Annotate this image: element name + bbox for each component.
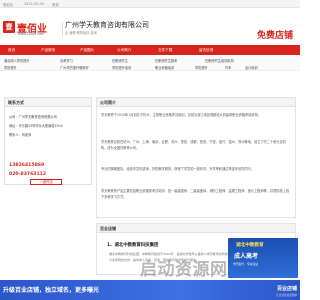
contact-tel[interactable]: 020-83763112 <box>9 172 46 177</box>
intro-paragraph: 专业的课程团队，经验丰富的讲师，好的教学服务，获得了学员的一致好评，升学率和通过… <box>101 167 254 171</box>
logo-url: www.100ye.com <box>18 32 45 36</box>
contact-panel: 联系方式 公司：广州学天教育咨询有限公司 地址：华乐路53号华乐大厦南塔1504… <box>4 97 92 185</box>
company-intro-panel: 公司简介 学天教育于2015年1月创办于杭州，主营职业资格考试培训，目前为浙江地… <box>96 97 296 218</box>
subnav-link[interactable]: 在职研究生报考 <box>155 58 177 63</box>
subnav-link[interactable]: 升本 <box>225 65 231 70</box>
company-name: 广州学天教育咨询有限公司 <box>65 21 149 29</box>
nav-item-feedback[interactable]: 留言反馈 <box>199 45 213 55</box>
subnav-link[interactable]: 会计培训 <box>245 65 258 70</box>
free-store-link[interactable]: 免费店铺 <box>257 28 293 41</box>
ad-banner[interactable]: 湖北中教教育 成人高考 学历提升 · 专本连读 <box>228 238 298 278</box>
intro-paragraph: 学天教育目前在杭州、广州、上海、南京、合肥、苏州、重庆、成都、西安、宁波、绍兴、… <box>101 140 286 151</box>
main-nav: 首页 产品服务 产品图片 公司简介 文件下载 留言反馈 <box>0 45 300 55</box>
contact-title: 联系方式 <box>5 98 91 107</box>
subnav-link[interactable]: 学历提升 <box>195 65 208 70</box>
company-tags: 企 管理 教育培训 咨询 <box>65 31 97 35</box>
watermark: 启动资源网 <box>140 260 228 280</box>
subnav-link[interactable]: 湖北成人学历提升 <box>4 58 30 63</box>
nav-item-products[interactable]: 产品服务 <box>41 45 55 55</box>
topbar-site[interactable]: 壹佰业 <box>3 2 13 7</box>
subnav-link[interactable]: 学历提升 <box>4 65 17 70</box>
topbar-login[interactable]: 登录 <box>52 2 59 7</box>
ad-title: 成人高考 <box>234 253 259 260</box>
upgrade-banner[interactable]: 升级百业店铺，独立域名，更多曝光 百业店铺 让企业生意更简单 <box>0 280 300 300</box>
ad-headline: 湖北中教教育 <box>236 243 264 248</box>
product-subnav: 湖北成人学历提升 自考学习 在职研究生 在职研究生报考 在职研究生培训机构 学历… <box>0 57 300 71</box>
nav-item-about[interactable]: 公司简介 <box>117 45 131 55</box>
subnav-link[interactable]: 广州学历提升哪家好 <box>60 65 89 70</box>
open-store-button[interactable]: 一键开店 <box>30 179 62 185</box>
logo-mark[interactable]: 壹 <box>3 21 15 33</box>
ad-subtitle: 学历提升 · 专本连读 <box>233 262 259 266</box>
intro-paragraph: 学天教育的产品主要包括职业资格类考试培训，如一级建造师、二级建造师、消防工程师、… <box>101 189 290 200</box>
subnav-link[interactable]: 在职研究生培训机构 <box>205 58 234 63</box>
topbar-date: 2025-05-26 <box>24 2 44 6</box>
intro-paragraph: 学天教育于2015年1月创办于杭州，主营职业资格考试培训，目前为浙江地区规模较大… <box>101 113 261 117</box>
intro-title: 公司简介 <box>97 98 295 107</box>
contact-address: 地址：华乐路53号华乐大厦南塔1504 <box>9 124 63 128</box>
contact-mobile[interactable]: 13826415869 <box>9 163 44 168</box>
footer-subtitle: 让企业生意更简单 <box>276 294 297 297</box>
contact-person: 联系人：刘老师 <box>9 133 32 137</box>
nav-item-downloads[interactable]: 文件下载 <box>158 45 172 55</box>
shop-item-title[interactable]: 1、湖北中教教育科技集团 <box>107 242 158 248</box>
top-bar: 壹佰业 2025-05-26 登录 <box>0 0 300 8</box>
nav-item-home[interactable]: 首页 <box>8 45 15 55</box>
upgrade-text: 升级百业店铺，独立域名，更多曝光 <box>3 287 100 294</box>
subnav-link[interactable]: 自考学习 <box>60 58 73 63</box>
subnav-link[interactable]: 学历提升培训 <box>112 65 131 70</box>
subnav-link[interactable]: 在职研究生 <box>112 58 128 63</box>
shop-title: 百业店铺 <box>97 224 295 233</box>
header-divider <box>62 22 63 36</box>
contact-company: 公司：广州学天教育咨询有限公司 <box>9 115 57 119</box>
footer-logo: 百业店铺 <box>276 286 297 292</box>
nav-item-product-images[interactable]: 产品图片 <box>80 45 94 55</box>
subnav-link[interactable]: 职业资格培训 <box>155 65 174 70</box>
